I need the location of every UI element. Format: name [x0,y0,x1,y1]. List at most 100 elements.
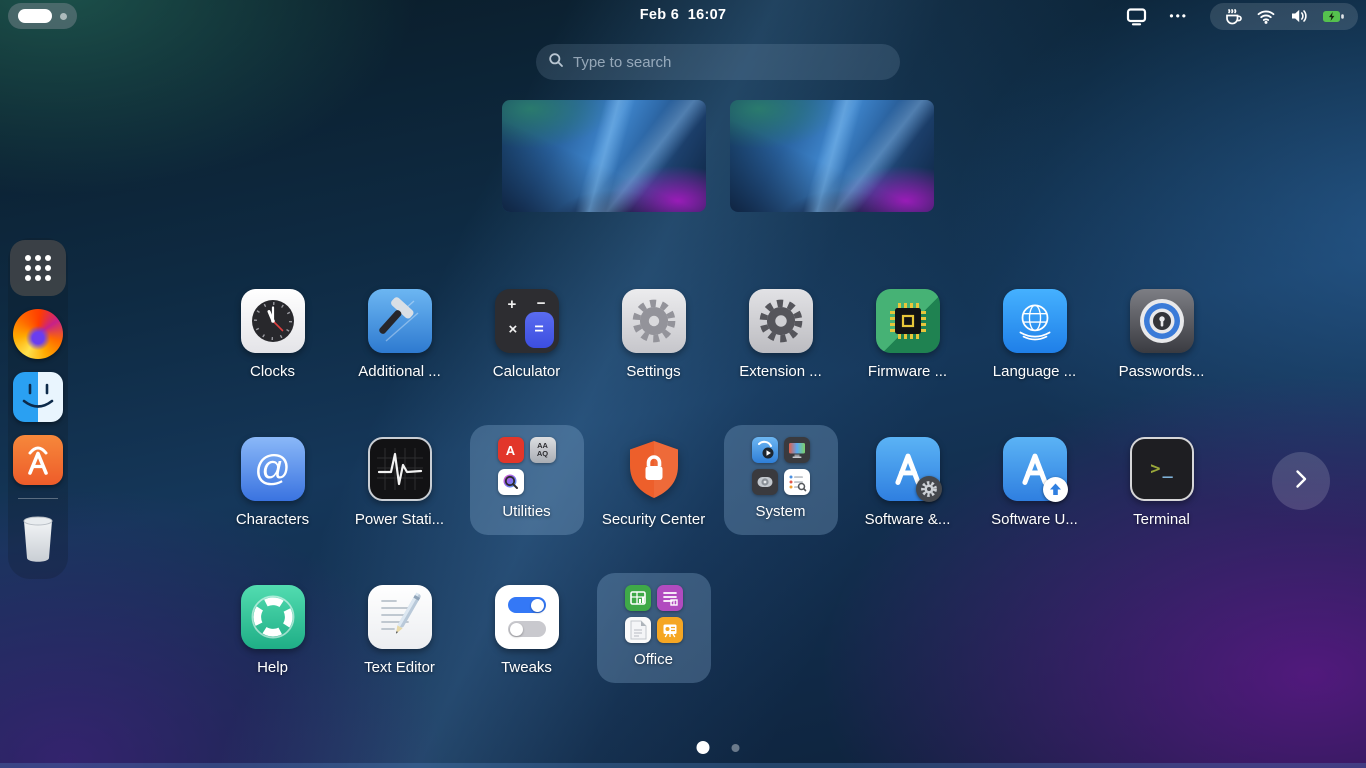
workspace-thumbnail-2[interactable] [730,100,934,212]
app-text-editor[interactable]: Text Editor [336,572,463,720]
calc-equals-key: = [525,312,554,348]
characters-icon: @ [241,437,305,501]
files-finder-icon[interactable] [13,372,63,422]
app-label: Software &... [865,511,951,529]
wifi-icon [1256,6,1276,26]
pdf-reader-mini-icon: A [498,437,524,463]
app-calculator[interactable]: + − × = Calculator [463,276,590,424]
folder-system[interactable]: System [717,424,844,572]
folder-tile: Office [597,573,711,683]
page-indicator [697,741,740,754]
firefox-icon[interactable] [13,309,63,359]
app-label: Characters [236,511,309,529]
app-power-statistics[interactable]: Power Stati... [336,424,463,572]
search-bar[interactable] [536,44,900,80]
folder-office[interactable]: Office [590,572,717,720]
document-mini-icon [625,617,651,643]
more-menu-icon[interactable]: ••• [1169,0,1188,32]
show-apps-button[interactable] [10,240,66,296]
language-icon [1003,289,1067,353]
folder-mini-icons: A AAAQ [498,437,556,495]
app-terminal[interactable]: > _ Terminal [1098,424,1225,572]
folder-utilities[interactable]: A AAAQ Utilities [463,424,590,572]
folder-mini-icons [752,437,810,495]
power-statistics-icon [368,437,432,501]
disks-mini-icon [752,469,778,495]
additional-tools-icon [368,289,432,353]
folder-label: Office [634,651,673,669]
prompt-glyph: > [1150,459,1160,479]
app-help[interactable]: Help [209,572,336,720]
app-additional-tools[interactable]: Additional ... [336,276,463,424]
calc-minus-glyph: − [537,295,546,312]
topbar-right-cluster: ••• [1126,0,1366,32]
update-arrow-badge-icon [1043,477,1068,502]
tweaks-icon [495,585,559,649]
system-monitor-mini-icon [784,469,810,495]
app-security-center[interactable]: Security Center [590,424,717,572]
next-page-button[interactable] [1272,452,1330,510]
app-label: Clocks [250,363,295,381]
desktop-edge [0,763,1366,768]
app-firmware[interactable]: Firmware ... [844,276,971,424]
text-editor-icon [368,585,432,649]
app-clocks[interactable]: Clocks [209,276,336,424]
folder-label: System [755,503,805,521]
app-grid-icon [25,255,51,281]
page-dot-inactive[interactable] [732,744,740,752]
app-label: Power Stati... [355,511,444,529]
battery-charging-icon [1322,9,1345,24]
top-bar: Feb 6 16:07 ••• [0,0,1366,32]
gear-badge-icon [916,476,942,502]
dock [8,238,68,579]
calc-equals-glyph: = [534,321,543,339]
app-software-update[interactable]: Software U... [971,424,1098,572]
app-label: Tweaks [501,659,552,677]
app-language[interactable]: Language ... [971,276,1098,424]
app-characters[interactable]: @ Characters [209,424,336,572]
settings-icon [622,289,686,353]
search-input[interactable] [573,54,888,71]
app-label: Firmware ... [868,363,947,381]
adobe-a-glyph: A [506,443,515,458]
gnome-activities-overview: Feb 6 16:07 ••• [0,0,1366,768]
terminal-icon: > _ [1130,437,1194,501]
app-label: Settings [626,363,680,381]
workspace-thumbnail-1[interactable] [502,100,706,212]
app-settings[interactable]: Settings [590,276,717,424]
system-status-menu[interactable] [1210,3,1358,30]
screencast-icon[interactable] [1126,6,1147,27]
firmware-icon [876,289,940,353]
help-icon [241,585,305,649]
app-software-settings[interactable]: Software &... [844,424,971,572]
app-label: Calculator [493,363,561,381]
search-icon [548,52,564,73]
page-dot-active[interactable] [697,741,710,754]
trash-icon[interactable] [15,512,61,571]
software-settings-icon [876,437,940,501]
extension-manager-icon [749,289,813,353]
security-center-icon [622,437,686,501]
displays-mini-icon [784,437,810,463]
app-grid: Clocks Additional ... + − × = Calculator… [209,276,1225,720]
media-player-mini-icon [752,437,778,463]
app-label: Passwords... [1119,363,1205,381]
calculator-icon: + − × = [495,289,559,353]
software-update-icon [1003,437,1067,501]
app-extension-manager[interactable]: Extension ... [717,276,844,424]
calc-plus-glyph: + [508,296,517,313]
app-label: Help [257,659,288,677]
caffeine-icon [1223,6,1243,26]
appcenter-icon[interactable] [13,435,63,485]
app-label: Text Editor [364,659,435,677]
database-mini-icon [657,585,683,611]
spreadsheet-mini-icon [625,585,651,611]
toggle-off-glyph [508,621,546,637]
folder-tile: A AAAQ Utilities [470,425,584,535]
app-tweaks[interactable]: Tweaks [463,572,590,720]
fonts-mini-icon: AAAQ [530,437,556,463]
volume-icon [1289,6,1309,26]
app-label: Language ... [993,363,1076,381]
presentation-mini-icon [657,617,683,643]
app-passwords[interactable]: Passwords... [1098,276,1225,424]
